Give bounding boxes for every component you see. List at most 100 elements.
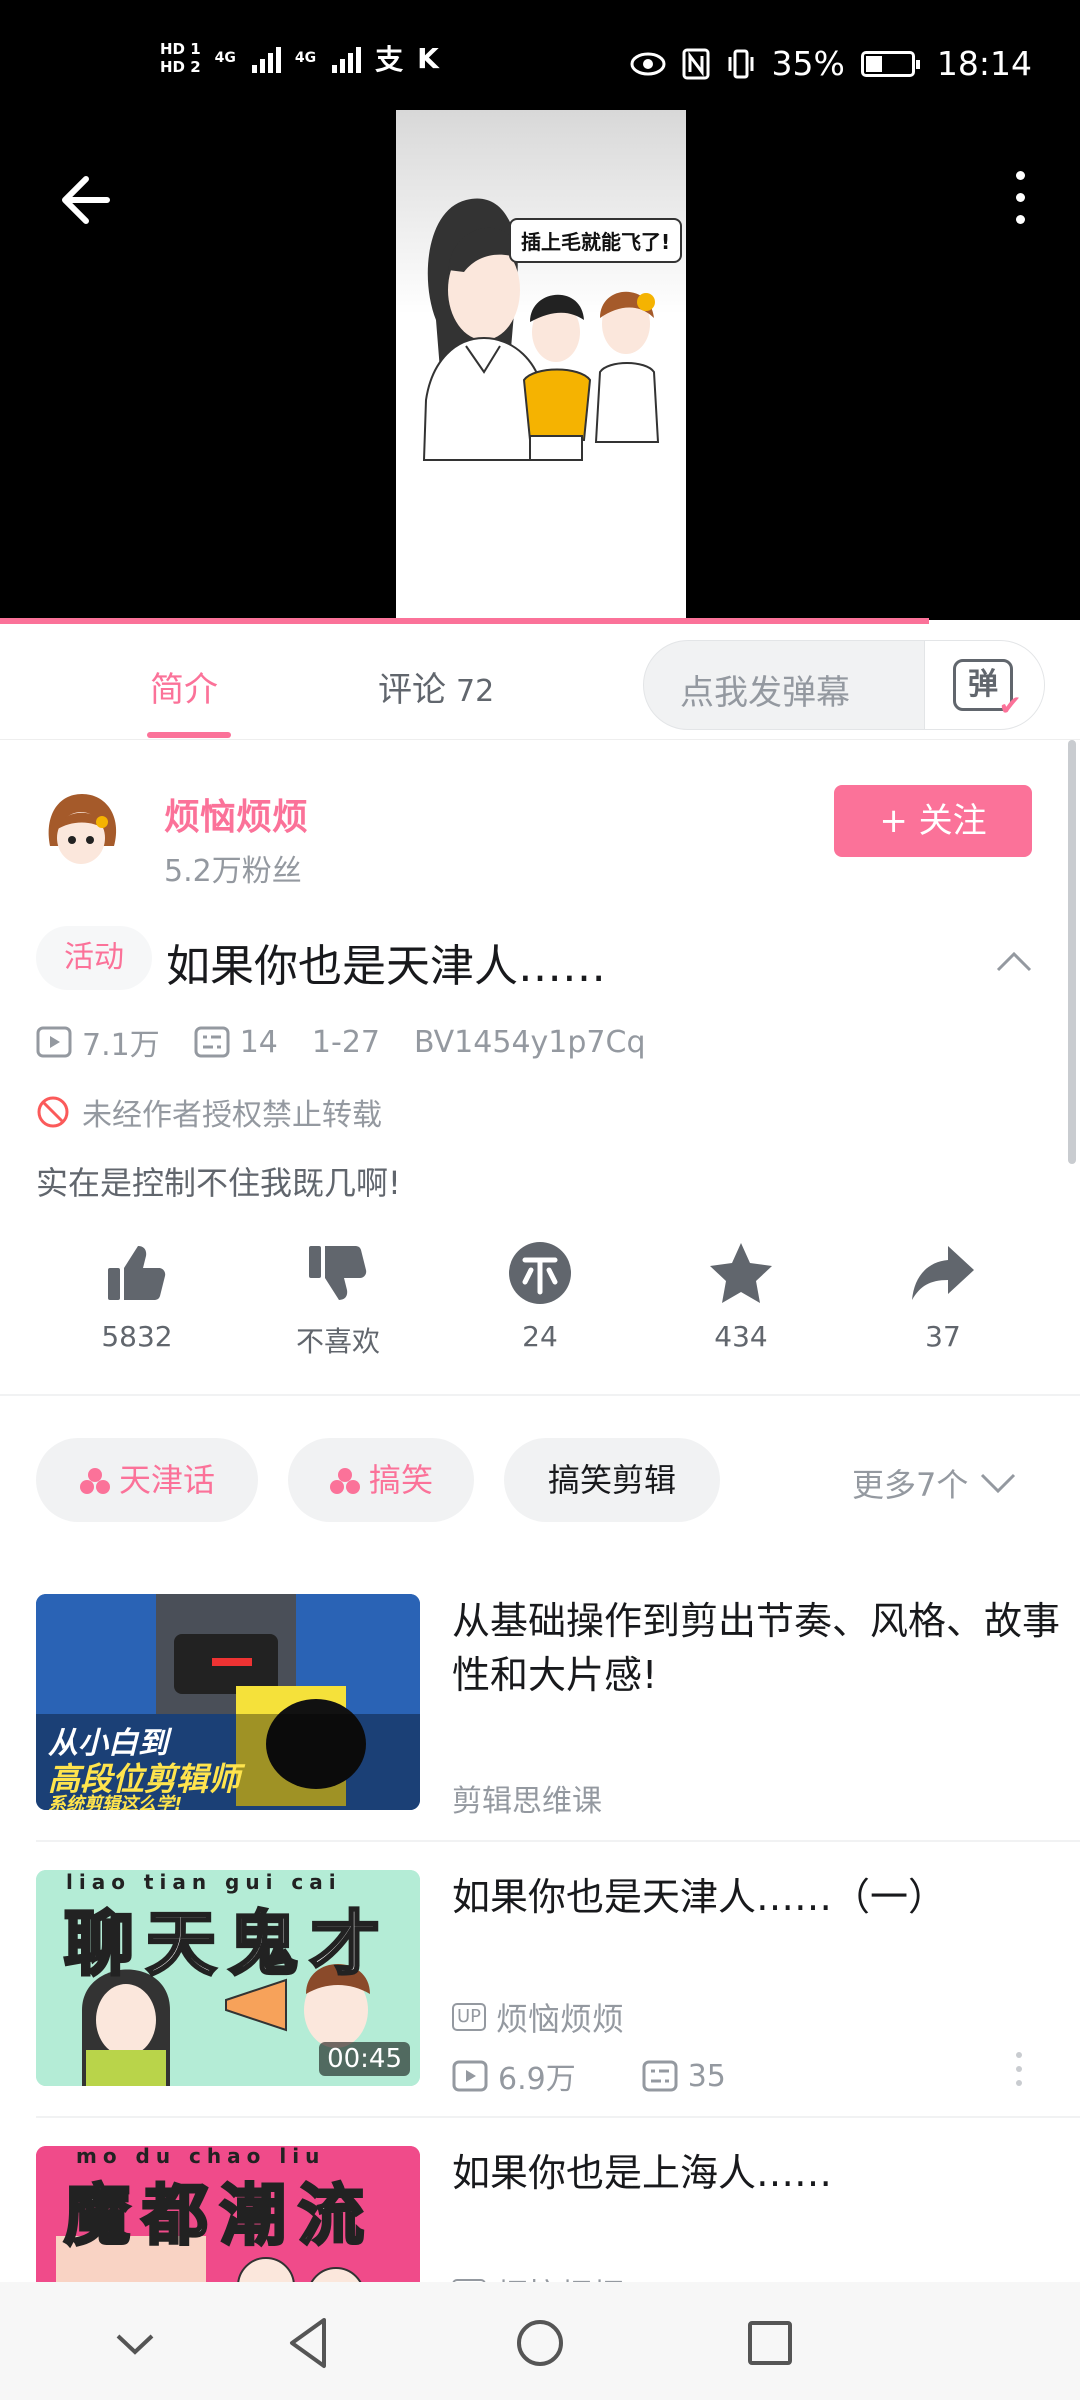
share-count: 37 xyxy=(925,1320,961,1353)
nfc-icon xyxy=(682,48,710,79)
forbidden-icon xyxy=(37,1096,69,1128)
tags-more[interactable]: 更多7个 xyxy=(852,1460,1016,1506)
recommended-item[interactable]: 从小白到 高段位剪辑师 系统剪辑这么学! 从基础操作到剪出节奏、风格、故事性和大… xyxy=(36,1594,1080,1868)
tab-comments-label: 评论 xyxy=(378,670,446,710)
recommended-subtitle: 剪辑思维课 xyxy=(452,1784,602,1819)
thumbnail[interactable]: liao tian gui cai 聊天鬼才 00:45 xyxy=(36,1870,420,2086)
video-meta: 7.1万 14 1-27 BV1454y1p7Cq xyxy=(36,1020,646,1064)
recommended-item[interactable]: liao tian gui cai 聊天鬼才 00:45 如果你也是天津人……（… xyxy=(36,1870,1080,2144)
video-illustration xyxy=(422,198,660,461)
recommended-title: 如果你也是天津人……（一） xyxy=(452,1875,947,1919)
coin-button[interactable]: 24 xyxy=(465,1240,615,1353)
nav-back-icon[interactable] xyxy=(274,2308,344,2378)
dislike-label: 不喜欢 xyxy=(295,1325,380,1358)
tag-label: 天津话 xyxy=(118,1461,215,1499)
danmaku-count: 14 xyxy=(239,1024,278,1060)
list-divider xyxy=(36,2116,1080,2118)
copyright-notice: 未经作者授权禁止转载 xyxy=(36,1090,382,1134)
signal-icon xyxy=(251,43,281,73)
up-badge: UP xyxy=(452,2003,487,2031)
comments-count: 72 xyxy=(456,674,495,709)
recommended-title: 从基础操作到剪出节奏、风格、故事性和大片感! xyxy=(452,1599,1061,1697)
tab-bar: 简介 评论 72 点我发弹幕 弹 xyxy=(0,626,1080,740)
video-description: 实在是控制不住我既几啊! xyxy=(36,1164,401,1202)
eye-comfort-icon xyxy=(630,52,666,75)
play-count-icon xyxy=(36,1026,72,1058)
battery-percent: 35% xyxy=(771,44,845,83)
more-options-icon[interactable] xyxy=(1000,165,1040,235)
clock: 18:14 xyxy=(936,44,1032,83)
follow-button[interactable]: + 关注 xyxy=(834,785,1032,857)
thumb-title-text: 魔都潮流 xyxy=(63,2176,376,2256)
favorite-button[interactable]: 434 xyxy=(666,1240,816,1353)
recommended-up[interactable]: UP 烦恼烦烦 xyxy=(452,1994,624,2040)
tab-intro[interactable]: 简介 xyxy=(150,662,218,711)
more-options-icon[interactable] xyxy=(1016,2052,1026,2088)
signal-icon xyxy=(332,43,362,73)
bvid: BV1454y1p7Cq xyxy=(414,1024,646,1060)
publish-date: 1-27 xyxy=(311,1024,380,1060)
danmaku-count: 35 xyxy=(687,2058,726,2094)
tag-gaoxiao[interactable]: 搞笑 xyxy=(288,1438,474,1522)
chevron-down-icon xyxy=(981,1473,1016,1494)
network-type-2: 4G xyxy=(294,50,317,66)
hd1-label: HD 1 xyxy=(160,40,201,58)
thumbs-down-icon xyxy=(309,1246,367,1300)
tag-label: 搞笑 xyxy=(368,1461,433,1499)
status-bar: HD 1 HD 2 4G 4G 支 K 35% 18:14 xyxy=(0,0,1080,110)
view-count: 7.1万 xyxy=(82,1028,160,1063)
status-right: 35% 18:14 xyxy=(630,44,1032,83)
star-icon xyxy=(710,1243,772,1303)
list-divider xyxy=(36,1840,1080,1842)
video-progress-bar[interactable] xyxy=(0,618,929,624)
like-count: 5832 xyxy=(101,1320,173,1353)
danmaku-toggle-button[interactable]: 弹 xyxy=(924,641,1044,729)
chevron-up-icon[interactable] xyxy=(996,944,1032,980)
hd-indicator: HD 1 HD 2 xyxy=(160,40,201,76)
tag-gaoxiao-jianji[interactable]: 搞笑剪辑 xyxy=(504,1438,720,1522)
chevron-down-icon[interactable] xyxy=(100,2308,170,2378)
tags-more-label: 更多7个 xyxy=(852,1466,969,1504)
section-divider xyxy=(0,1394,1080,1396)
thumbs-up-icon xyxy=(108,1246,166,1300)
avatar-image xyxy=(48,794,117,864)
avatar[interactable] xyxy=(36,786,126,876)
view-count: 6.9万 xyxy=(498,2062,576,2097)
recommended-stats: 6.9万 35 xyxy=(452,2054,726,2098)
network-type-1: 4G xyxy=(214,50,236,66)
play-count-icon xyxy=(452,2060,488,2092)
back-arrow-icon[interactable] xyxy=(50,165,120,235)
up-name: 烦恼烦烦 xyxy=(496,2000,625,2038)
recommended-title: 如果你也是上海人…… xyxy=(452,2151,833,2195)
scrollbar[interactable] xyxy=(1068,740,1076,1164)
danmaku-count-icon xyxy=(642,2060,678,2092)
nav-home-icon[interactable] xyxy=(505,2308,575,2378)
activity-tag[interactable]: 活动 xyxy=(36,926,152,990)
hot-tag-icon xyxy=(79,1468,110,1494)
video-title: 如果你也是天津人…… xyxy=(166,941,606,992)
author-fans: 5.2万粉丝 xyxy=(164,854,302,889)
favorite-count: 434 xyxy=(714,1320,768,1353)
dislike-button[interactable]: 不喜欢 xyxy=(263,1240,413,1360)
coin-icon xyxy=(509,1242,571,1304)
video-duration: 00:45 xyxy=(319,2042,410,2076)
danmaku-tv-icon: 弹 xyxy=(953,659,1022,720)
thumbnail[interactable]: 从小白到 高段位剪辑师 系统剪辑这么学! xyxy=(36,1594,420,1810)
thumb-text-3: 系统剪辑这么学! xyxy=(48,1794,183,1810)
nav-recents-icon[interactable] xyxy=(735,2308,805,2378)
tab-comments[interactable]: 评论 72 xyxy=(378,662,494,711)
tag-tianjinhua[interactable]: 天津话 xyxy=(36,1438,258,1522)
video-player[interactable]: HD 1 HD 2 4G 4G 支 K 35% 18:14 插上毛就能飞了! xyxy=(0,0,1080,624)
hot-tag-icon xyxy=(329,1468,360,1494)
video-frame[interactable]: 插上毛就能飞了! xyxy=(396,110,686,620)
like-button[interactable]: 5832 xyxy=(62,1240,212,1353)
tab-indicator xyxy=(147,732,231,738)
copyright-text: 未经作者授权禁止转载 xyxy=(82,1098,382,1133)
share-button[interactable]: 37 xyxy=(868,1240,1018,1353)
status-left: HD 1 HD 2 4G 4G 支 K xyxy=(160,38,439,78)
thumb-title-text: 聊天鬼才 xyxy=(63,1902,392,1987)
system-nav-bar xyxy=(0,2282,1080,2400)
app-notification-icon: K xyxy=(417,41,439,75)
danmaku-input[interactable]: 点我发弹幕 弹 xyxy=(643,640,1045,730)
author-name[interactable]: 烦恼烦烦 xyxy=(164,788,308,840)
